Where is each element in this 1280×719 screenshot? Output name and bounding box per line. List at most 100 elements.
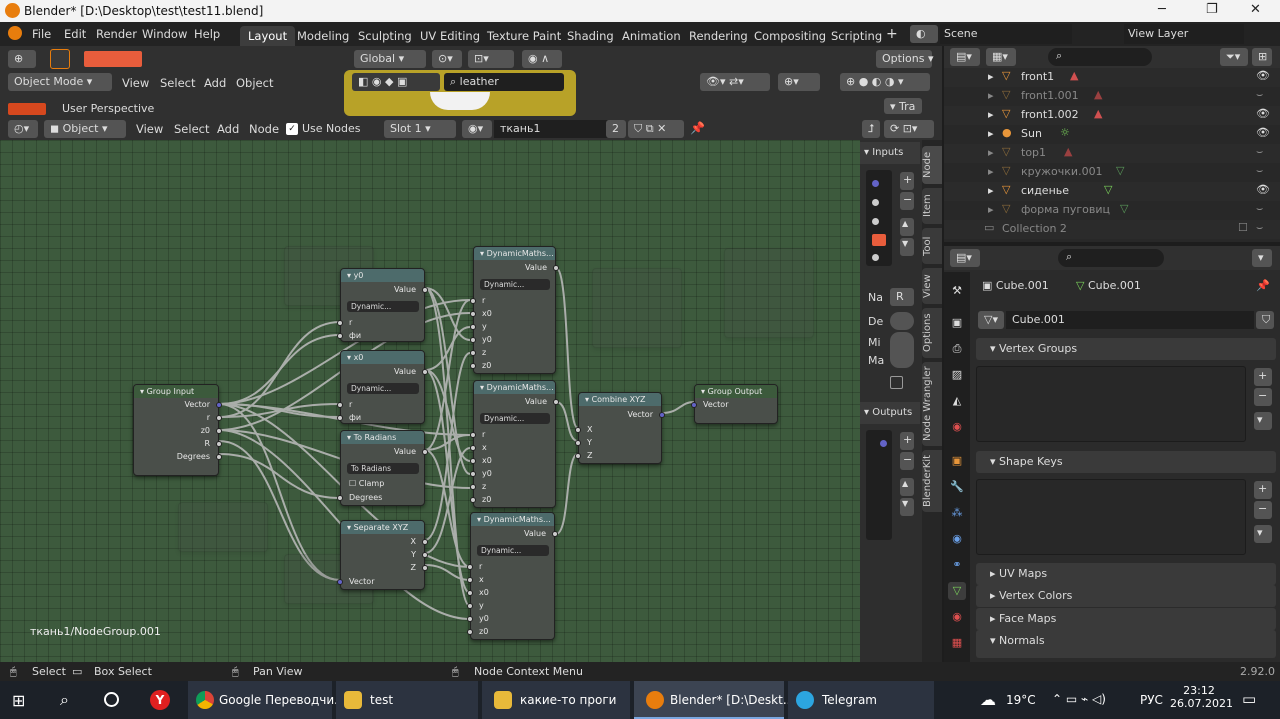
remove-shape-key-button[interactable]: − [1254, 501, 1272, 519]
section-normals[interactable]: ▾ Normals [976, 630, 1276, 658]
input-socket[interactable] [467, 564, 473, 570]
eye-closed-icon[interactable]: ⌣ [1256, 88, 1263, 102]
menu-window[interactable]: Window [142, 27, 187, 41]
constraints-tab-icon[interactable]: ⚭ [948, 556, 966, 574]
node-menu-select[interactable]: Select [174, 122, 209, 136]
node-dynamic-maths-1[interactable]: ▾ DynamicMaths... Value Dynamic... r x0 … [470, 246, 559, 374]
weather-temp[interactable]: 19°C [1006, 681, 1036, 719]
mesh-browse-icon[interactable]: ▽▾ [978, 311, 1004, 329]
outliner-row[interactable]: ▭ Collection 2 ☐ ⌣ [944, 220, 1280, 239]
viewport-menu-object[interactable]: Object [236, 76, 273, 90]
viewport-visibility-icons[interactable]: 👁▾ ⇄▾ [700, 73, 770, 91]
new-collection-icon[interactable]: ⊞ [1252, 48, 1272, 66]
use-nodes-checkbox[interactable]: ✓ Use Nodes [286, 122, 361, 135]
material-actions-icons[interactable]: ⛉ ⧉ ✕ [628, 120, 684, 138]
shader-type-dropdown[interactable]: ◼ Object ▾ [44, 120, 126, 138]
viewport-menu-select[interactable]: Select [160, 76, 195, 90]
weather-icon[interactable]: ☁ [980, 690, 996, 709]
outliner-row[interactable]: ▸ ▽ front1.001 ▲ ⌣ [944, 87, 1280, 106]
data-tab-icon[interactable]: ▽ [948, 582, 966, 600]
default-field[interactable] [890, 312, 914, 330]
input-socket[interactable] [470, 445, 476, 451]
tab-compositing[interactable]: Compositing [746, 26, 834, 46]
node-menu-add[interactable]: Add [217, 122, 239, 136]
gizmo-icons[interactable]: ⊕▾ [778, 73, 820, 91]
eye-icon[interactable]: 👁 [1256, 126, 1270, 139]
remove-output-button[interactable]: − [900, 452, 914, 470]
node-to-radians[interactable]: ▾ To Radians Value To Radians ☐ Clamp De… [337, 430, 428, 506]
output-socket[interactable] [553, 265, 559, 271]
view-layer-tab-icon[interactable]: ▨ [948, 366, 966, 384]
node-combine-xyz[interactable]: ▾ Combine XYZ Vector X Y Z [575, 392, 665, 464]
outliner-row[interactable]: ▸ ▽ top1 ▲ ⌣ [944, 144, 1280, 163]
properties-search-input[interactable]: ⌕ [1058, 249, 1164, 267]
output-socket[interactable] [216, 454, 222, 460]
options-dropdown[interactable]: Options ▾ [876, 50, 933, 68]
select-mode-icons[interactable] [84, 51, 142, 67]
outliner-row[interactable]: ▸ ▽ front1 ▲ 👁 [944, 68, 1280, 87]
clamp-checkbox[interactable]: ☐ Clamp [349, 479, 384, 488]
add-input-button[interactable]: + [900, 172, 914, 190]
filter-icon[interactable]: ⏷▾ [1220, 48, 1248, 66]
node-dropdown[interactable]: Dynamic... [480, 413, 550, 424]
node-dropdown[interactable]: Dynamic... [480, 279, 550, 290]
node-dropdown[interactable]: Dynamic... [477, 545, 549, 556]
input-socket[interactable] [691, 402, 697, 408]
tool-tab-icon[interactable]: ⚒ [948, 282, 966, 300]
windows-start-icon[interactable]: ⊞ [12, 691, 25, 710]
outliner-row[interactable]: ▸ ▽ форма пуговиц ▽ ⌣ [944, 201, 1280, 220]
display-mode-icon[interactable]: ▦▾ [986, 48, 1016, 66]
add-workspace-icon[interactable]: + [886, 26, 898, 42]
physics-tab-icon[interactable]: ◉ [948, 530, 966, 548]
snap-icon[interactable]: ⊡▾ [468, 50, 514, 68]
pin-icon[interactable]: 📌 [1256, 279, 1270, 292]
outputs-section[interactable]: ▾ Outputs [860, 402, 920, 424]
section-shape-keys[interactable]: ▾ Shape Keys [976, 451, 1276, 473]
output-socket[interactable] [422, 565, 428, 571]
active-input-item[interactable] [872, 234, 886, 246]
remove-vertex-group-button[interactable]: − [1254, 388, 1272, 406]
properties-options-icon[interactable]: ▾ [1252, 249, 1272, 267]
notifications-icon[interactable]: ▭ [1242, 690, 1256, 708]
shape-keys-list[interactable] [976, 479, 1246, 555]
node-y0[interactable]: ▾ y0 Value Dynamic... r фи [337, 268, 428, 342]
pin-icon[interactable]: 📌 [690, 121, 705, 135]
eye-closed-icon[interactable]: ⌣ [1256, 202, 1263, 216]
minimize-icon[interactable]: ─ [1158, 2, 1166, 17]
node-group-input[interactable]: ▾ Group Input Vector r z0 R Degrees [133, 384, 222, 476]
node-x0[interactable]: ▾ x0 Value Dynamic... r фи [337, 350, 428, 424]
tab-uv-editing[interactable]: UV Editing [412, 26, 488, 46]
material-name-field[interactable]: ткань1 [494, 120, 608, 138]
tab-node-wrangler[interactable]: Node Wrangler [922, 362, 942, 446]
tray-icons[interactable]: ⌃ ▭ ⌁ ◁) [1052, 692, 1106, 706]
eye-icon[interactable]: 👁 [1256, 183, 1270, 196]
material-tab-icon[interactable]: ◉ [948, 608, 966, 626]
inputs-list[interactable] [866, 170, 892, 266]
snap-node-icons[interactable]: ⟳ ⊡▾ [884, 120, 934, 138]
eye-icon[interactable]: 👁 [1256, 107, 1270, 120]
node-dropdown[interactable]: Dynamic... [347, 383, 419, 394]
editor-type-button[interactable]: ⊕ [8, 50, 36, 68]
select-tool-icon[interactable] [50, 49, 70, 69]
material-users-count[interactable]: 2 [606, 120, 626, 138]
slot-dropdown[interactable]: Slot 1 ▾ [384, 120, 456, 138]
checkbox-icon[interactable]: ☐ [1238, 221, 1248, 234]
render-tab-icon[interactable]: ▣ [948, 314, 966, 332]
input-socket[interactable] [470, 311, 476, 317]
scene-icon[interactable]: ◐ [910, 25, 938, 43]
outliner-row[interactable]: ▸ ▽ сиденье ▽ 👁 [944, 182, 1280, 201]
section-vertex-colors[interactable]: ▸ Vertex Colors [976, 585, 1276, 607]
input-socket[interactable] [575, 427, 581, 433]
object-tab-icon[interactable]: ▣ [948, 452, 966, 470]
output-socket[interactable] [216, 428, 222, 434]
output-socket[interactable] [216, 415, 222, 421]
move-up-button[interactable]: ▲ [900, 478, 914, 496]
tab-blenderkit[interactable]: BlenderKit [922, 450, 942, 512]
viewport-sidebar-tab[interactable]: ▾ Tra [884, 98, 922, 114]
node-menu-node[interactable]: Node [249, 122, 279, 136]
outliner-row[interactable]: ▸ ▽ front1.002 ▲ 👁 [944, 106, 1280, 125]
add-vertex-group-button[interactable]: + [1254, 368, 1272, 386]
tab-animation[interactable]: Animation [614, 26, 689, 46]
add-shape-key-button[interactable]: + [1254, 481, 1272, 499]
eye-icon[interactable]: 👁 [1256, 69, 1270, 82]
